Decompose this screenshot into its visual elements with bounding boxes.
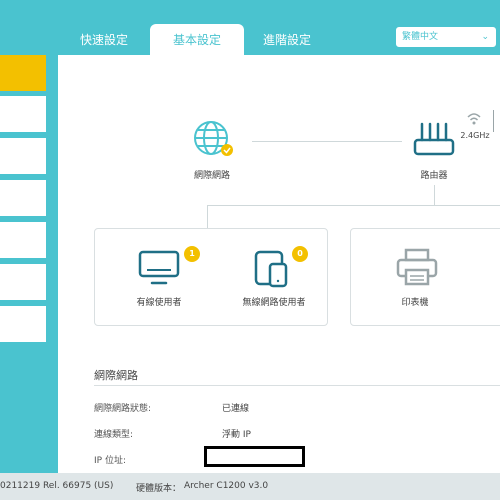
wireless-devices-icon [254,250,288,288]
ip-address-label: IP 位址: [94,456,126,466]
internet-label: 網際網路 [193,171,230,181]
connection-type-label: 連線類型: [94,430,134,440]
tab-advanced[interactable]: 進階設定 [240,24,334,56]
internet-section-title: 網際網路 [94,369,138,382]
connection-type-value: 浮動 IP [222,430,251,440]
sidebar-item-2[interactable] [0,96,46,132]
sidebar-item-7[interactable] [0,306,46,342]
wireless-count-badge: 0 [292,246,308,262]
internet-status-value: 已連線 [222,404,250,414]
sidebar-item-network-map[interactable] [0,55,46,91]
hardware-version-label: 硬體版本： [136,484,182,494]
wireless-clients-label: 無線網路使用者 [242,298,306,308]
router-down-link [434,185,435,205]
tab-basic[interactable]: 基本設定 [150,24,244,56]
printer-icon [396,248,438,286]
router-icon [413,122,455,156]
globe-icon [194,121,233,156]
router-label: 路由器 [420,171,448,181]
sidebar-item-3[interactable] [0,138,46,174]
wired-count-badge: 1 [184,246,200,262]
clients-bus-line [207,205,500,206]
language-select[interactable]: 繁體中文 ⌄ [396,27,496,47]
internet-router-link [252,141,402,142]
chevron-down-icon: ⌄ [481,32,489,42]
hardware-version-value: Archer C1200 v3.0 [184,481,269,491]
band-divider [493,110,494,132]
firmware-version: 0211219 Rel. 66975 (US) [0,481,114,491]
clients-left-link [207,205,208,228]
tab-quick-setup[interactable]: 快速設定 [57,24,151,56]
internet-status-label: 網際網路狀態: [94,404,152,414]
footer: 0211219 Rel. 66975 (US) 硬體版本： Archer C12… [0,473,500,500]
wifi-icon [467,113,481,125]
sidebar-item-4[interactable] [0,180,46,216]
section-divider [94,385,500,386]
monitor-icon [138,250,180,285]
wired-clients-label: 有線使用者 [136,298,182,308]
sidebar-item-5[interactable] [0,222,46,258]
language-select-value: 繁體中文 [402,32,439,42]
ip-address-redacted [204,446,305,467]
wifi-band-label: 2.4GHz [460,131,490,140]
sidebar-item-6[interactable] [0,264,46,300]
printer-label: 印表機 [401,298,429,308]
